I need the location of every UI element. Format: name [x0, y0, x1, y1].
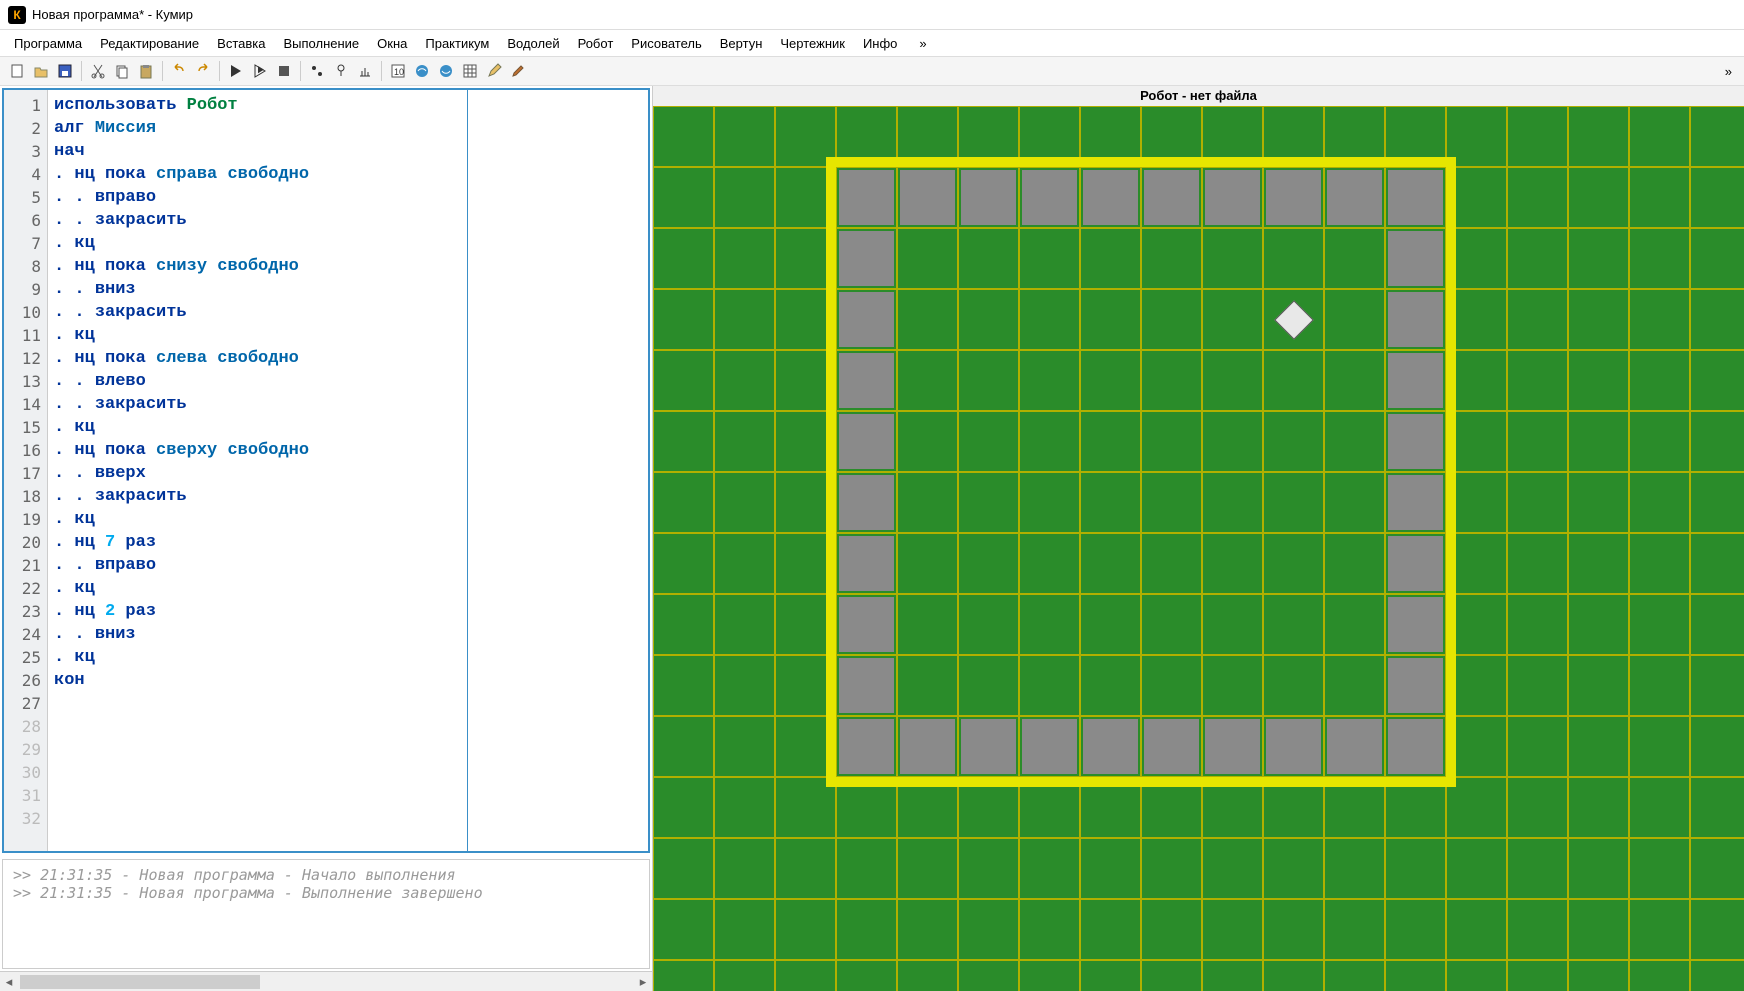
wall-bottom — [826, 777, 1456, 787]
filled-cell — [1327, 170, 1382, 225]
filled-cell — [1144, 170, 1199, 225]
robot-field[interactable] — [653, 106, 1744, 991]
filled-cell — [1205, 170, 1260, 225]
horizontal-scrollbar[interactable]: ◂ ▸ — [0, 971, 652, 991]
code-area[interactable]: использовать Роботалг Миссиянач. нц пока… — [48, 90, 468, 851]
wall-right — [1446, 157, 1456, 787]
filled-cell — [839, 414, 894, 469]
filled-cell — [839, 353, 894, 408]
titlebar: К Новая программа* - Кумир — [0, 0, 1744, 30]
filled-cell — [1388, 597, 1443, 652]
filled-cell — [1083, 170, 1138, 225]
filled-cell — [1266, 170, 1321, 225]
wall-left — [826, 157, 836, 787]
paste-icon[interactable] — [135, 60, 157, 82]
filled-cell — [1388, 719, 1443, 774]
btn-blue1-icon[interactable] — [411, 60, 433, 82]
filled-cell — [839, 170, 894, 225]
editor-margin — [468, 90, 648, 851]
filled-cell — [839, 658, 894, 713]
btn-blue2-icon[interactable] — [435, 60, 457, 82]
filled-cell — [1022, 170, 1077, 225]
filled-cell — [961, 170, 1016, 225]
filled-cell — [839, 292, 894, 347]
filled-cell — [839, 597, 894, 652]
scroll-right-icon[interactable]: ▸ — [634, 973, 652, 991]
menu-робот[interactable]: Робот — [570, 34, 622, 53]
menu-практикум[interactable]: Практикум — [417, 34, 497, 53]
filled-cell — [1083, 719, 1138, 774]
filled-cell — [839, 231, 894, 286]
app-icon: К — [8, 6, 26, 24]
stop-icon[interactable] — [273, 60, 295, 82]
filled-cell — [1388, 658, 1443, 713]
robot-panel-title: Робот - нет файла — [653, 86, 1744, 106]
file-save-icon[interactable] — [54, 60, 76, 82]
filled-cell — [1388, 414, 1443, 469]
filled-cell — [961, 719, 1016, 774]
filled-cell — [1388, 536, 1443, 591]
filled-cell — [839, 475, 894, 530]
menu-программа[interactable]: Программа — [6, 34, 90, 53]
file-open-icon[interactable] — [30, 60, 52, 82]
window-title: Новая программа* - Кумир — [32, 7, 193, 22]
menu-вертун[interactable]: Вертун — [712, 34, 771, 53]
redo-icon[interactable] — [192, 60, 214, 82]
filled-cell — [839, 719, 894, 774]
toolbar-separator — [219, 61, 220, 81]
filled-cell — [1144, 719, 1199, 774]
filled-cell — [1388, 475, 1443, 530]
run-icon[interactable] — [225, 60, 247, 82]
toolbar-separator — [381, 61, 382, 81]
wall-top — [826, 157, 1456, 167]
gutter: 1234567891011121314151617181920212223242… — [4, 90, 48, 851]
scroll-left-icon[interactable]: ◂ — [0, 973, 18, 991]
menubar: ПрограммаРедактированиеВставкаВыполнение… — [0, 30, 1744, 56]
cut-icon[interactable] — [87, 60, 109, 82]
scroll-thumb[interactable] — [20, 975, 260, 989]
filled-cell — [1388, 231, 1443, 286]
menu-инфо[interactable]: Инфо — [855, 34, 905, 53]
mark3-icon[interactable] — [354, 60, 376, 82]
menu-водолей[interactable]: Водолей — [499, 34, 567, 53]
svg-text:10: 10 — [394, 67, 404, 77]
undo-icon[interactable] — [168, 60, 190, 82]
toolbar-separator — [162, 61, 163, 81]
toolbar-more[interactable]: » — [1719, 64, 1738, 79]
menu-чертежник[interactable]: Чертежник — [772, 34, 853, 53]
menu-рисователь[interactable]: Рисователь — [623, 34, 709, 53]
console-output[interactable]: >> 21:31:35 - Новая программа - Начало в… — [2, 859, 650, 969]
toolbar-separator — [300, 61, 301, 81]
mark1-icon[interactable] — [306, 60, 328, 82]
menu-редактирование[interactable]: Редактирование — [92, 34, 207, 53]
filled-cell — [900, 719, 955, 774]
btn-brush-icon[interactable] — [507, 60, 529, 82]
btn-edit-icon[interactable] — [483, 60, 505, 82]
run-small-icon[interactable] — [249, 60, 271, 82]
copy-icon[interactable] — [111, 60, 133, 82]
filled-cell — [1022, 719, 1077, 774]
menu-вставка[interactable]: Вставка — [209, 34, 273, 53]
filled-cell — [1327, 719, 1382, 774]
filled-cell — [1388, 170, 1443, 225]
filled-cell — [900, 170, 955, 225]
mark2-icon[interactable] — [330, 60, 352, 82]
filled-cell — [1266, 719, 1321, 774]
filled-cell — [839, 536, 894, 591]
filled-cell — [1388, 292, 1443, 347]
menu-выполнение[interactable]: Выполнение — [275, 34, 367, 53]
btn-num-icon[interactable]: 10 — [387, 60, 409, 82]
menu-окна[interactable]: Окна — [369, 34, 415, 53]
menu-more[interactable]: » — [911, 34, 934, 53]
code-editor[interactable]: 1234567891011121314151617181920212223242… — [2, 88, 650, 853]
file-new-icon[interactable] — [6, 60, 28, 82]
toolbar: 10 » — [0, 56, 1744, 86]
filled-cell — [1388, 353, 1443, 408]
btn-grid-icon[interactable] — [459, 60, 481, 82]
filled-cell — [1205, 719, 1260, 774]
toolbar-separator — [81, 61, 82, 81]
